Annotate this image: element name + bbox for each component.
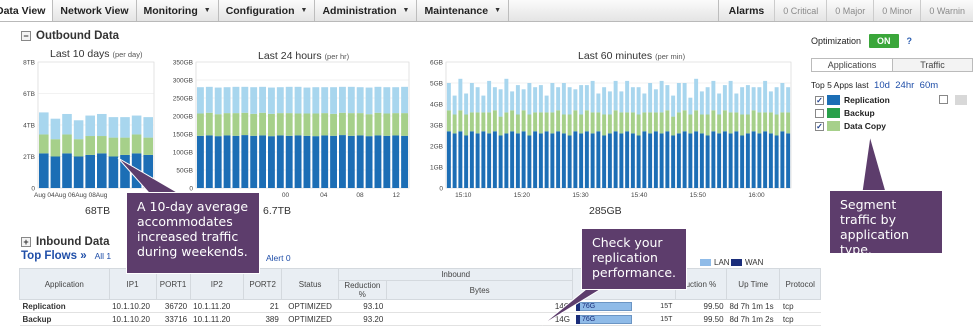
segment-callout-pointer <box>861 135 887 193</box>
callout-segment: Segment traffic by application type. <box>829 190 943 257</box>
replication-callout-pointer <box>541 285 608 326</box>
callout-pointers <box>117 135 887 326</box>
callout-replication: Check your replication performance. <box>581 228 687 290</box>
callout-text: Segment traffic by application type. <box>840 197 909 257</box>
appliance-dashboard: Data View Network View Monitoring ▼ Confi… <box>0 0 973 328</box>
callout-text: A 10-day average accommodates increased … <box>137 199 249 259</box>
weekends-callout-pointer <box>117 157 182 195</box>
callout-text: Check your replication performance. <box>592 235 677 280</box>
callout-weekends: A 10-day average accommodates increased … <box>126 192 260 274</box>
